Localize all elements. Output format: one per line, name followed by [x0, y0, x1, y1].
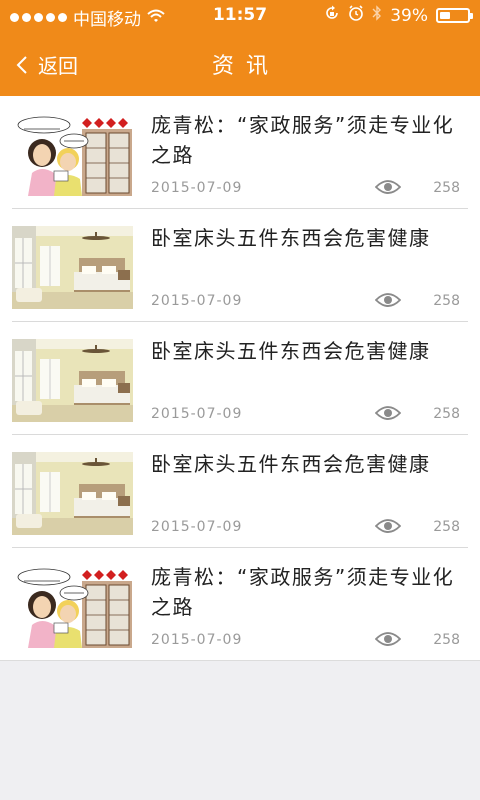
article-title: 庞青松：“家政服务”须走专业化之路	[151, 113, 455, 167]
article-date: 2015-07-09	[151, 519, 243, 535]
eye-icon	[374, 179, 402, 199]
alarm-icon	[348, 5, 364, 26]
rotation-lock-icon	[324, 5, 340, 26]
article-title: 卧室床头五件东西会危害健康	[151, 339, 431, 363]
page-title: 资讯	[211, 54, 280, 79]
battery-icon	[436, 8, 473, 23]
article-item[interactable]: 庞青松：“家政服务”须走专业化之路 2015-07-09 258	[12, 548, 468, 660]
article-title: 卧室床头五件东西会危害健康	[151, 226, 431, 250]
eye-icon	[374, 292, 402, 312]
article-title: 卧室床头五件东西会危害健康	[151, 452, 431, 476]
article-view-count: 258	[433, 293, 460, 309]
article-thumbnail	[12, 452, 133, 535]
article-item[interactable]: 庞青松：“家政服务”须走专业化之路 2015-07-09 258	[12, 96, 468, 209]
eye-icon	[374, 518, 402, 538]
bluetooth-icon	[372, 5, 382, 26]
article-item[interactable]: 卧室床头五件东西会危害健康 2015-07-09 258	[12, 322, 468, 435]
article-view-count: 258	[433, 632, 460, 648]
eye-icon	[374, 405, 402, 425]
article-thumbnail	[12, 113, 133, 196]
article-item[interactable]: 卧室床头五件东西会危害健康 2015-07-09 258	[12, 435, 468, 548]
article-thumbnail	[12, 339, 133, 422]
battery-percent: 39%	[390, 5, 428, 26]
article-view-count: 258	[433, 519, 460, 535]
article-thumbnail	[12, 565, 133, 648]
app-header: 中国移动 11:57 39% 返回 资讯	[0, 0, 480, 96]
article-thumbnail	[12, 226, 133, 309]
article-item[interactable]: 卧室床头五件东西会危害健康 2015-07-09 258	[12, 209, 468, 322]
status-bar: 中国移动 11:57 39%	[0, 0, 480, 32]
eye-icon	[374, 631, 402, 651]
status-right: 39%	[324, 5, 473, 26]
nav-bar: 返回 资讯	[0, 32, 480, 96]
article-list: 庞青松：“家政服务”须走专业化之路 2015-07-09 258 卧室床头五件东西…	[0, 96, 480, 661]
article-date: 2015-07-09	[151, 293, 243, 309]
article-view-count: 258	[433, 406, 460, 422]
article-date: 2015-07-09	[151, 632, 243, 648]
article-date: 2015-07-09	[151, 406, 243, 422]
article-date: 2015-07-09	[151, 180, 243, 196]
article-title: 庞青松：“家政服务”须走专业化之路	[151, 565, 455, 619]
article-view-count: 258	[433, 180, 460, 196]
